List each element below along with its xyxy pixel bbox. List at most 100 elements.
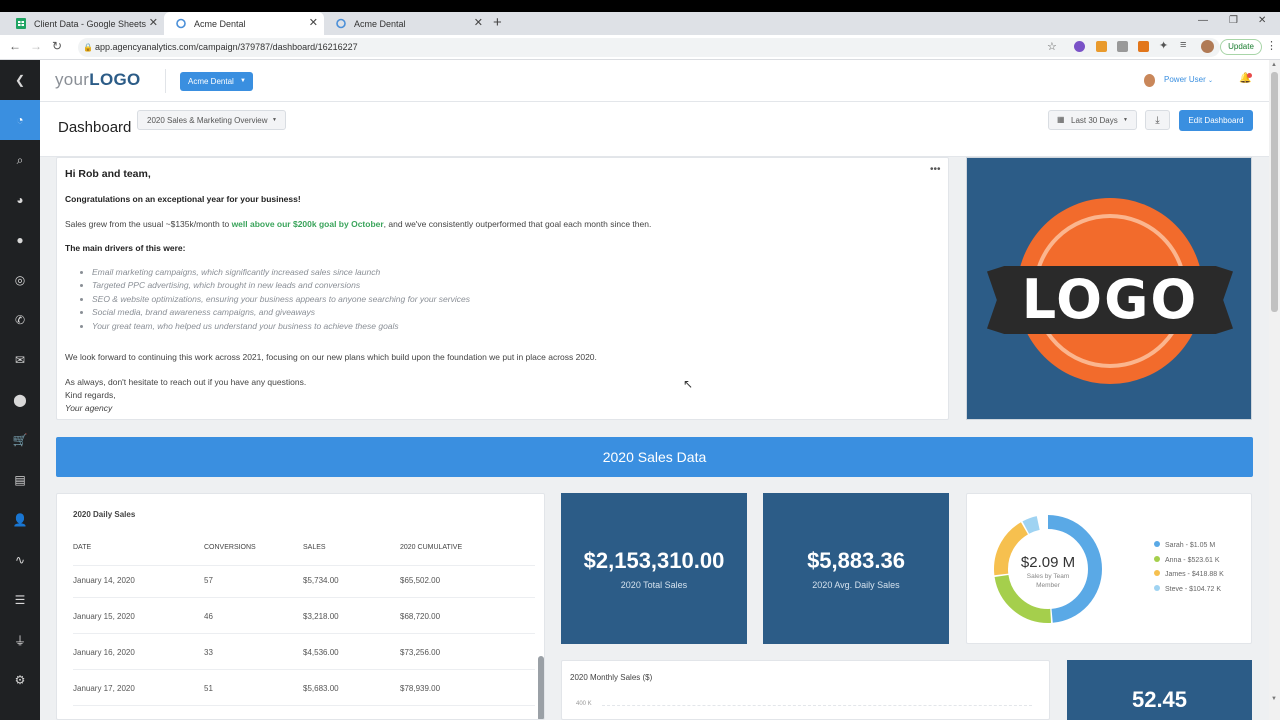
brand-logo[interactable]: yourLOGO xyxy=(55,70,141,90)
mail-icon[interactable]: ✉ xyxy=(0,340,40,380)
browser-tab[interactable]: Acme Dental ✕ xyxy=(324,12,489,35)
campaign-dropdown[interactable]: Acme Dental ▼ xyxy=(180,72,253,91)
dashboard-gauge-icon[interactable]: ◔ xyxy=(0,100,40,140)
logo-text-bold: LOGO xyxy=(89,70,141,89)
lock-icon: 🔒 xyxy=(83,43,93,52)
browser-tab[interactable]: Client Data - Google Sheets ✕ xyxy=(4,12,164,35)
edit-dashboard-button[interactable]: Edit Dashboard xyxy=(1179,110,1253,131)
window-close-icon[interactable]: ✕ xyxy=(1258,15,1266,26)
more-options-icon[interactable]: ••• xyxy=(930,164,941,175)
plug-icon[interactable]: ⏚ xyxy=(0,620,40,660)
signature: Your agency xyxy=(65,403,113,413)
extension-icon[interactable] xyxy=(1074,41,1085,52)
list-item: Social media, brand awareness campaigns,… xyxy=(92,306,470,319)
reload-icon[interactable]: ↻ xyxy=(52,39,62,53)
list-item: SEO & website optimizations, ensuring yo… xyxy=(92,293,470,306)
extension-icon[interactable] xyxy=(1096,41,1107,52)
legend-item[interactable]: Anna - $523.61 K xyxy=(1154,554,1224,569)
extension-icon[interactable] xyxy=(1117,41,1128,52)
table-scrollbar[interactable] xyxy=(538,656,544,719)
sales-text: Sales grew from the usual ~$135k/month t… xyxy=(65,219,232,229)
sales-highlight: well above our $200k goal by October xyxy=(231,219,384,229)
cell-date: January 14, 2020 xyxy=(73,576,135,585)
metamask-icon[interactable] xyxy=(1138,41,1149,52)
minimize-icon[interactable]: — xyxy=(1198,15,1208,26)
close-icon[interactable]: ✕ xyxy=(149,16,158,29)
legend-label: Sarah - $1.05 M xyxy=(1165,542,1216,549)
column-header[interactable]: SALES xyxy=(303,544,326,551)
user-name: Power User xyxy=(1164,75,1206,84)
search-icon[interactable]: ⌕ xyxy=(0,140,40,180)
chevron-down-icon: ⌄ xyxy=(1208,78,1214,84)
user-icon[interactable]: 👤 xyxy=(0,500,40,540)
sheets-icon xyxy=(16,18,26,29)
mouse-cursor: ↖ xyxy=(683,377,694,391)
cell-sales: $3,218.00 xyxy=(303,612,339,621)
scrollbar-thumb[interactable] xyxy=(1271,72,1278,312)
scroll-up-icon[interactable]: ▲ xyxy=(1271,62,1277,68)
reading-list-icon[interactable]: ≡ xyxy=(1180,39,1186,51)
dashboard-select[interactable]: 2020 Sales & Marketing Overview ▼ xyxy=(137,110,286,130)
kebab-menu-icon[interactable]: ⋮ xyxy=(1266,39,1277,52)
cell-sales: $4,536.00 xyxy=(303,648,339,657)
message-card: ••• Hi Rob and team, Congratulations on … xyxy=(56,157,949,420)
update-button[interactable]: Update xyxy=(1220,39,1262,55)
column-header[interactable]: 2020 CUMULATIVE xyxy=(400,544,462,551)
divider xyxy=(165,69,166,93)
cart-icon[interactable]: 🛒 xyxy=(0,420,40,460)
chat-icon[interactable]: ● xyxy=(0,220,40,260)
collapse-icon[interactable]: ❮ xyxy=(0,60,40,100)
location-pin-icon[interactable]: ⬤ xyxy=(0,380,40,420)
puzzle-icon[interactable]: ✦ xyxy=(1159,39,1168,52)
cell-cumulative: $65,502.00 xyxy=(400,576,441,585)
column-header[interactable]: CONVERSIONS xyxy=(204,544,256,551)
download-button[interactable]: ⤓ xyxy=(1145,110,1170,130)
pie-chart-icon[interactable]: ◕ xyxy=(0,180,40,220)
user-menu[interactable]: Power User ⌄ xyxy=(1164,75,1213,84)
legend-item[interactable]: Sarah - $1.05 M xyxy=(1154,539,1224,554)
legend-label: Anna - $523.61 K xyxy=(1165,556,1220,564)
scroll-down-icon[interactable]: ▼ xyxy=(1271,696,1277,702)
target-icon[interactable]: ◎ xyxy=(0,260,40,300)
donut-center-label: Sales by Team xyxy=(1026,573,1070,580)
document-icon[interactable]: ▤ xyxy=(0,460,40,500)
monthly-sales-chart: 2020 Monthly Sales ($) 400 K xyxy=(561,660,1050,720)
sales-by-member-card: $2.09 M Sales by Team Member Sarah - $1.… xyxy=(966,493,1252,644)
avatar[interactable] xyxy=(1144,74,1155,87)
gridline xyxy=(602,705,1032,706)
legend-label: James - $418.88 K xyxy=(1165,571,1224,578)
profile-avatar[interactable] xyxy=(1201,40,1214,53)
stat-value: $2,153,310.00 xyxy=(583,548,725,573)
forward-paragraph: We look forward to continuing this work … xyxy=(65,352,597,362)
date-range-select[interactable]: ▦ Last 30 Days ▼ xyxy=(1048,110,1137,130)
activity-icon[interactable]: ∿ xyxy=(0,540,40,580)
close-icon[interactable]: ✕ xyxy=(474,16,483,29)
close-icon[interactable]: ✕ xyxy=(309,16,318,29)
legend-item[interactable]: Steve - $104.72 K xyxy=(1154,583,1224,598)
caret-down-icon: ▼ xyxy=(1123,117,1128,123)
daily-sales-table: 2020 Daily Sales DATE CONVERSIONS SALES … xyxy=(56,493,545,720)
tasks-icon[interactable]: ☰ xyxy=(0,580,40,620)
table-row: January 15, 2020 46 $3,218.00 $68,720.00 xyxy=(73,598,535,634)
gear-icon[interactable]: ⚙ xyxy=(0,660,40,700)
page-scrollbar[interactable]: ▲ ▼ xyxy=(1269,60,1280,720)
cell-conversions: 33 xyxy=(204,648,213,657)
browser-tab-active[interactable]: Acme Dental ✕ xyxy=(164,12,324,35)
donut-center-label: Member xyxy=(1036,582,1060,589)
legend-swatch xyxy=(1154,555,1160,562)
cell-cumulative: $78,939.00 xyxy=(400,684,441,693)
back-icon[interactable]: ← xyxy=(9,39,21,53)
column-header[interactable]: DATE xyxy=(73,544,91,551)
forward-icon[interactable]: → xyxy=(30,39,42,53)
bookmark-star-icon[interactable]: ☆ xyxy=(1047,40,1057,53)
congrats-line: Congratulations on an exceptional year f… xyxy=(65,194,301,204)
dashboard-header: Dashboard 2020 Sales & Marketing Overvie… xyxy=(40,102,1269,157)
logo-text-light: your xyxy=(55,70,90,89)
phone-icon[interactable]: ✆ xyxy=(0,300,40,340)
caret-down-icon: ▼ xyxy=(240,78,246,84)
maximize-icon[interactable]: ❐ xyxy=(1229,15,1238,26)
total-sales-card: $2,153,310.00 2020 Total Sales xyxy=(561,493,747,644)
legend-item[interactable]: James - $418.88 K xyxy=(1154,568,1224,583)
new-tab-icon[interactable]: + xyxy=(493,14,502,31)
chart-title: 2020 Monthly Sales ($) xyxy=(570,673,653,682)
